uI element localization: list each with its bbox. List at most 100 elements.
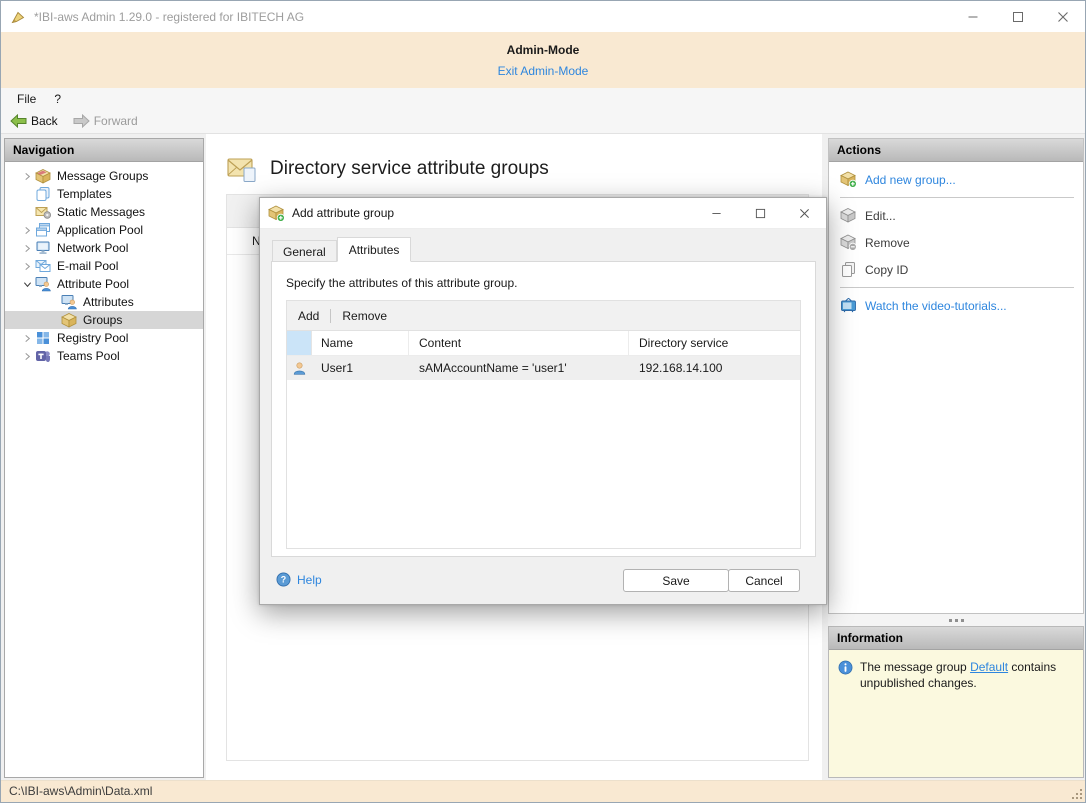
page-title: Directory service attribute groups <box>270 158 549 180</box>
tab-attributes[interactable]: Attributes <box>337 237 412 262</box>
tab-general[interactable]: General <box>272 240 337 261</box>
statusbar-file-path: C:\IBI-aws\Admin\Data.xml <box>9 784 152 798</box>
network-pool-icon <box>35 240 51 256</box>
tree-item-email-pool[interactable]: E-mail Pool <box>5 257 203 275</box>
forward-button[interactable]: Forward <box>67 112 144 130</box>
action-label: Add new group... <box>865 173 956 187</box>
tree-item-label: Groups <box>83 313 122 327</box>
navigation-tree: Message Groups Templates Static Messages… <box>5 162 203 365</box>
registry-pool-icon <box>35 330 51 346</box>
default-group-link[interactable]: Default <box>970 660 1008 674</box>
actions-panel: Actions Add new group... Edit... Remove … <box>828 138 1084 614</box>
dialog-close-button[interactable] <box>782 198 826 229</box>
tree-item-attribute-pool[interactable]: Attribute Pool <box>5 275 203 293</box>
close-button[interactable] <box>1040 1 1085 32</box>
tree-item-registry-pool[interactable]: Registry Pool <box>5 329 203 347</box>
tree-item-label: Static Messages <box>57 205 145 219</box>
maximize-button[interactable] <box>995 1 1040 32</box>
dialog-titlebar: Add attribute group <box>260 198 826 229</box>
chevron-expanded-icon[interactable] <box>19 276 35 292</box>
tree-item-teams-pool[interactable]: Teams Pool <box>5 347 203 365</box>
back-label: Back <box>31 114 58 128</box>
remove-group-icon <box>840 234 857 251</box>
action-watch-tutorials[interactable]: Watch the video-tutorials... <box>829 292 1083 319</box>
directory-service-column-header[interactable]: Directory service <box>629 331 800 355</box>
chevron-collapsed-icon[interactable] <box>19 222 35 238</box>
chevron-collapsed-icon[interactable] <box>19 168 35 184</box>
back-button[interactable]: Back <box>4 112 64 130</box>
remove-attribute-button[interactable]: Remove <box>331 305 398 327</box>
icon-column-header[interactable] <box>287 331 312 355</box>
row-directory-service-cell: 192.168.14.100 <box>629 356 800 380</box>
save-button[interactable]: Save <box>623 569 729 592</box>
table-row[interactable]: User1 sAMAccountName = 'user1' 192.168.1… <box>287 356 800 380</box>
menubar: File ? <box>1 88 1085 109</box>
edit-group-icon <box>840 207 857 224</box>
navigation-toolbar: Back Forward <box>1 109 1085 134</box>
tree-item-network-pool[interactable]: Network Pool <box>5 239 203 257</box>
action-label: Copy ID <box>865 263 908 277</box>
cancel-button[interactable]: Cancel <box>728 569 800 592</box>
attributes-tab-page: Specify the attributes of this attribute… <box>271 261 816 557</box>
video-tutorials-icon <box>840 297 857 314</box>
menu-help[interactable]: ? <box>45 90 70 108</box>
menu-file[interactable]: File <box>8 90 45 108</box>
row-content-cell: sAMAccountName = 'user1' <box>409 356 629 380</box>
dialog-maximize-button[interactable] <box>738 198 782 229</box>
action-add-new-group[interactable]: Add new group... <box>829 166 1083 193</box>
content-column-header[interactable]: Content <box>409 331 629 355</box>
templates-icon <box>35 186 51 202</box>
tree-item-label: Teams Pool <box>57 349 120 363</box>
name-column-header[interactable]: Name <box>312 331 409 355</box>
groups-icon <box>61 312 77 328</box>
tree-item-static-messages[interactable]: Static Messages <box>5 203 203 221</box>
help-link[interactable]: ? Help <box>276 572 322 587</box>
dialog-minimize-button[interactable] <box>694 198 738 229</box>
tree-item-message-groups[interactable]: Message Groups <box>5 167 203 185</box>
information-panel: Information The message group Default co… <box>828 626 1084 778</box>
tree-item-groups-selected[interactable]: Groups <box>5 311 203 329</box>
add-attribute-group-dialog: Add attribute group General Attributes S… <box>259 197 827 605</box>
copy-id-icon <box>840 261 857 278</box>
tree-item-label: Attributes <box>83 295 134 309</box>
action-edit[interactable]: Edit... <box>829 202 1083 229</box>
chevron-collapsed-icon[interactable] <box>19 240 35 256</box>
tree-item-templates[interactable]: Templates <box>5 185 203 203</box>
attributes-icon <box>61 294 77 310</box>
tree-item-label: Message Groups <box>57 169 148 183</box>
email-pool-icon <box>35 258 51 274</box>
window-title: *IBI-aws Admin 1.29.0 - registered for I… <box>34 10 304 24</box>
application-pool-icon <box>35 222 51 238</box>
add-attribute-button[interactable]: Add <box>287 305 330 327</box>
admin-mode-label: Admin-Mode <box>1 43 1085 57</box>
tree-item-label: Attribute Pool <box>57 277 129 291</box>
information-message: The message group Default contains unpub… <box>860 659 1075 691</box>
dialog-description: Specify the attributes of this attribute… <box>272 262 815 300</box>
action-label: Remove <box>865 236 910 250</box>
action-copy-id[interactable]: Copy ID <box>829 256 1083 283</box>
teams-pool-icon <box>35 348 51 364</box>
help-label: Help <box>297 573 322 587</box>
action-remove[interactable]: Remove <box>829 229 1083 256</box>
exit-admin-mode-link[interactable]: Exit Admin-Mode <box>498 64 589 78</box>
resize-grip[interactable] <box>1070 787 1082 799</box>
minimize-button[interactable] <box>950 1 995 32</box>
action-label: Watch the video-tutorials... <box>865 299 1007 313</box>
chevron-collapsed-icon[interactable] <box>19 330 35 346</box>
tree-item-label: Application Pool <box>57 223 143 237</box>
back-arrow-icon <box>10 114 27 128</box>
tree-item-application-pool[interactable]: Application Pool <box>5 221 203 239</box>
close-icon <box>1057 11 1069 23</box>
titlebar: *IBI-aws Admin 1.29.0 - registered for I… <box>1 1 1085 32</box>
forward-label: Forward <box>94 114 138 128</box>
tree-item-attributes[interactable]: Attributes <box>5 293 203 311</box>
info-icon <box>838 660 853 675</box>
chevron-collapsed-icon[interactable] <box>19 258 35 274</box>
dialog-footer: ? Help Save Cancel <box>260 557 826 604</box>
add-attribute-group-icon <box>268 205 285 222</box>
statusbar: C:\IBI-aws\Admin\Data.xml <box>1 780 1085 802</box>
chevron-collapsed-icon[interactable] <box>19 348 35 364</box>
panel-splitter[interactable] <box>828 614 1084 626</box>
actions-separator <box>840 287 1074 288</box>
actions-separator <box>840 197 1074 198</box>
